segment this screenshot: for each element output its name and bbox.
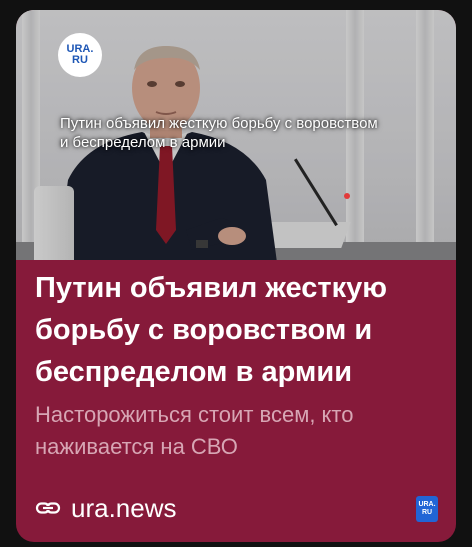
- ura-logo-icon: URA. RU: [58, 33, 102, 77]
- badge-text-line2: RU: [421, 509, 433, 516]
- photo-caption: Путин объявил жесткую борьбу с воровство…: [60, 115, 378, 151]
- source-link[interactable]: ura.news: [35, 492, 177, 524]
- ura-badge-icon: URA. RU: [416, 496, 438, 522]
- red-indicator: [344, 193, 350, 199]
- link-icon: [35, 502, 61, 514]
- headline[interactable]: Путин объявил жесткую борьбу с воровство…: [35, 267, 445, 393]
- source-domain: ura.news: [71, 492, 177, 523]
- subtitle: Насторожиться стоит всем, кто наживается…: [35, 402, 354, 459]
- badge-text-line1: URA.: [418, 501, 436, 508]
- news-card[interactable]: URA. RU Путин объявил жесткую борьбу с в…: [16, 10, 456, 542]
- logo-text-line2: RU: [72, 54, 88, 66]
- news-photo: URA. RU Путин объявил жесткую борьбу с в…: [16, 10, 456, 260]
